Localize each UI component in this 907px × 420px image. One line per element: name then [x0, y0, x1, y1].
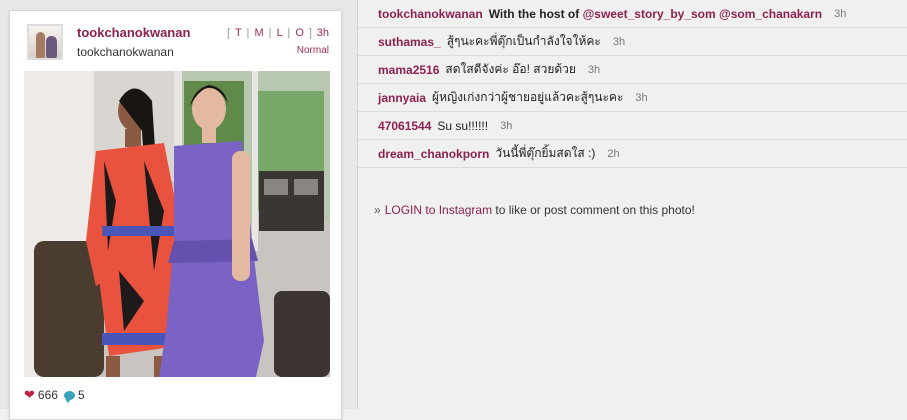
- post-username[interactable]: tookchanokwanan: [77, 25, 190, 40]
- avatar-figure: [36, 32, 45, 58]
- comment-bubble-icon[interactable]: [63, 390, 75, 403]
- comment-row: mama2516 สดใสดีจังค่ะ อ๊อ! สวยด้วย 3h: [358, 56, 907, 84]
- comment-time: 3h: [834, 7, 847, 20]
- comment-mention[interactable]: @som_chanakarn: [719, 7, 822, 21]
- comment-username[interactable]: dream_chanokporn: [378, 147, 489, 161]
- comment-row: 47061544 Su su!!!!!! 3h: [358, 112, 907, 140]
- comment-username[interactable]: suthamas_: [378, 35, 441, 49]
- post-photo[interactable]: [24, 71, 330, 377]
- comment-mention[interactable]: @sweet_story_by_som: [583, 7, 716, 21]
- comment-username[interactable]: mama2516: [378, 63, 439, 77]
- comment-username[interactable]: 47061544: [378, 119, 431, 133]
- comment-text: สดใสดีจังค่ะ อ๊อ! สวยด้วย: [445, 62, 576, 76]
- login-link[interactable]: LOGIN to Instagram: [385, 203, 492, 217]
- comment-time: 3h: [612, 35, 626, 48]
- login-prompt: » LOGIN to Instagram to like or post comm…: [374, 203, 695, 217]
- comment-row: suthamas_ สู้ๆนะคะพี่ตุ๊กเป็นกำลังใจให้ค…: [358, 28, 907, 56]
- comment-row: jannyaia ผู้หญิงเก่งกว่าผู้ชายอยู่แล้วคะ…: [358, 84, 907, 112]
- comment-text: วันนี้พี่ตุ๊กยิ้มสดใส :): [495, 146, 596, 160]
- filter-name: Normal: [296, 45, 329, 56]
- comment-time: 3h: [500, 119, 513, 132]
- post-photo-illustration: [24, 71, 330, 377]
- photo-card: tookchanokwanan tookchanokwanan [ T | M …: [9, 10, 342, 420]
- comment-username[interactable]: jannyaia: [378, 91, 426, 105]
- comment-text: With the host of: [488, 6, 580, 21]
- view-link-o[interactable]: O: [295, 27, 305, 39]
- comment-text: สู้ๆนะคะพี่ตุ๊กเป็นกำลังใจให้คะ: [446, 34, 601, 48]
- post-time: 3h: [316, 27, 329, 39]
- likes-count: 666: [37, 388, 58, 402]
- comment-time: 3h: [635, 91, 648, 104]
- comment-text: Su su!!!!!!: [437, 118, 489, 133]
- avatar-figure: [46, 36, 57, 58]
- heart-icon[interactable]: ❤: [24, 387, 35, 403]
- avatar[interactable]: [27, 24, 63, 60]
- login-suffix: to like or post comment on this photo!: [495, 203, 695, 217]
- comment-time: 2h: [607, 147, 620, 160]
- post-fullname: tookchanokwanan: [77, 45, 174, 59]
- comments-count: 5: [77, 388, 85, 402]
- post-stats: ❤ 666 5: [24, 387, 91, 403]
- comment-time: 3h: [587, 63, 601, 76]
- comment-username[interactable]: tookchanokwanan: [378, 7, 483, 21]
- login-prefix: »: [374, 203, 381, 217]
- comments-list: tookchanokwanan With the host of @sweet_…: [358, 0, 907, 168]
- comment-text: ผู้หญิงเก่งกว่าผู้ชายอยู่แล้วคะสู้ๆนะคะ: [432, 90, 624, 104]
- comment-row: dream_chanokporn วันนี้พี่ตุ๊กยิ้มสดใส :…: [358, 140, 907, 168]
- view-link-m[interactable]: M: [254, 27, 264, 39]
- comment-row: tookchanokwanan With the host of @sweet_…: [358, 0, 907, 28]
- view-size-links: [ T | M | L | O ]: [227, 27, 313, 39]
